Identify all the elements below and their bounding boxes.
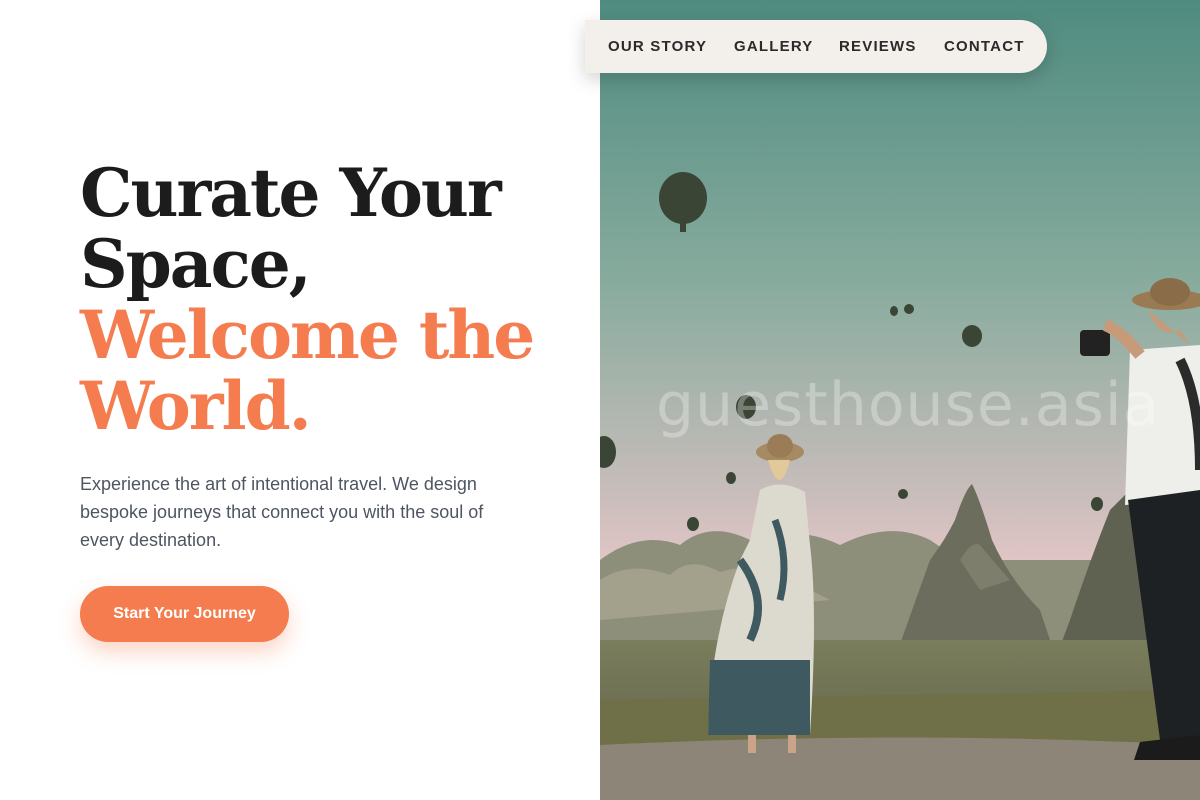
hero-photo: guesthouse.asia <box>600 0 1200 800</box>
headline-accent-line-1: Welcome the <box>80 296 535 374</box>
headline-line-2: Space, <box>80 225 312 303</box>
hero-headline: Curate Your Space, Welcome the World. <box>80 158 580 442</box>
top-navigation: OUR STORY GALLERY REVIEWS CONTACT <box>585 20 1047 73</box>
nav-item-gallery[interactable]: GALLERY <box>734 20 814 73</box>
start-journey-button[interactable]: Start Your Journey <box>80 586 289 642</box>
hero-panel: Curate Your Space, Welcome the World. Ex… <box>0 0 600 800</box>
nav-item-contact[interactable]: CONTACT <box>944 20 1025 73</box>
nav-item-reviews[interactable]: REVIEWS <box>839 20 917 73</box>
nav-item-our-story[interactable]: OUR STORY <box>608 20 707 73</box>
travel-photo-illustration <box>600 0 1200 800</box>
headline-line-1: Curate Your <box>80 154 502 232</box>
hero-description: Experience the art of intentional travel… <box>80 474 484 550</box>
headline-accent-line-2: World. <box>80 367 312 445</box>
